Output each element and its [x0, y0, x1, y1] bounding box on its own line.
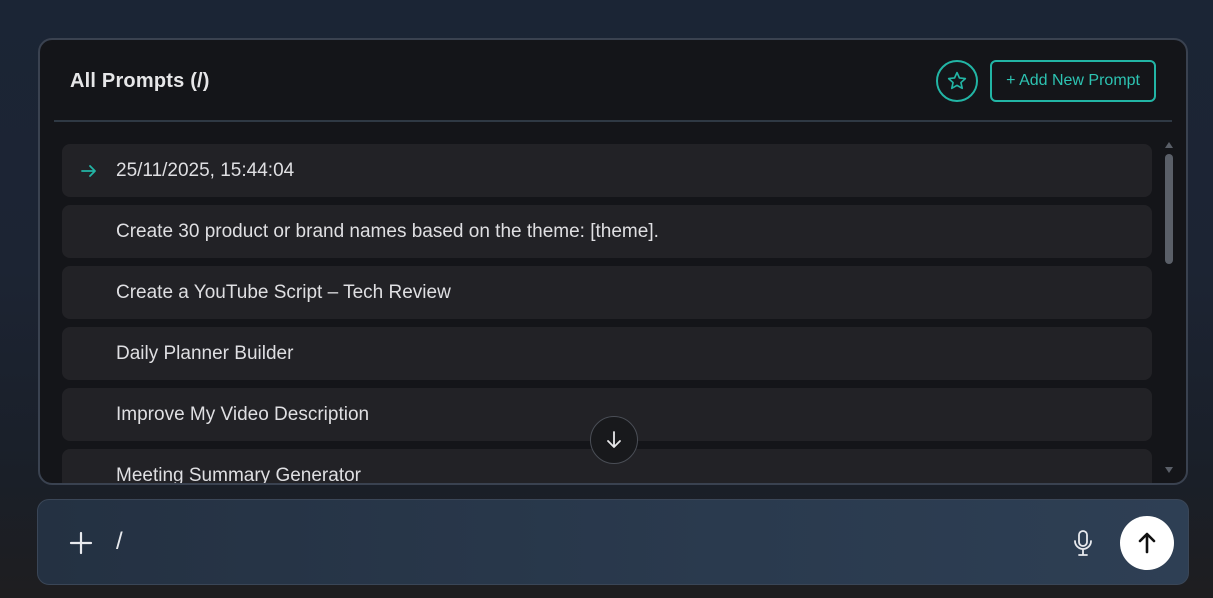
- list-item-label: 25/11/2025, 15:44:04: [116, 159, 295, 181]
- list-item-label: Meeting Summary Generator: [116, 464, 361, 484]
- microphone-icon[interactable]: [1072, 528, 1094, 558]
- list-item-label: Create a YouTube Script – Tech Review: [116, 281, 451, 303]
- list-item[interactable]: Create 30 product or brand names based o…: [62, 205, 1152, 258]
- prompts-panel: All Prompts (/) + Add New Prompt 25/11/2…: [38, 38, 1188, 485]
- prompt-input[interactable]: [116, 526, 1016, 558]
- list-item-label: Daily Planner Builder: [116, 342, 294, 364]
- scroll-down-arrow[interactable]: [1165, 467, 1173, 473]
- header-divider: [54, 120, 1172, 122]
- scroll-up-arrow[interactable]: [1165, 142, 1173, 148]
- header-actions: + Add New Prompt: [936, 60, 1156, 102]
- list-item[interactable]: Create a YouTube Script – Tech Review: [62, 266, 1152, 319]
- list-scrollbar[interactable]: [1162, 140, 1176, 475]
- prompt-input-bar: [37, 499, 1189, 585]
- panel-header: All Prompts (/) + Add New Prompt: [40, 40, 1186, 122]
- plus-icon[interactable]: [68, 530, 94, 556]
- arrow-right-icon: [81, 164, 96, 177]
- arrow-down-icon: [607, 431, 621, 448]
- list-item[interactable]: 25/11/2025, 15:44:04: [62, 144, 1152, 197]
- add-new-prompt-button[interactable]: + Add New Prompt: [990, 60, 1156, 102]
- favorites-button[interactable]: [936, 60, 979, 102]
- arrow-up-icon: [1138, 532, 1156, 554]
- scroll-thumb[interactable]: [1165, 154, 1173, 264]
- list-item[interactable]: Daily Planner Builder: [62, 327, 1152, 380]
- list-item-label: Create 30 product or brand names based o…: [116, 220, 659, 242]
- panel-title: All Prompts (/): [70, 69, 210, 92]
- scroll-to-bottom-button[interactable]: [590, 416, 638, 464]
- list-item-label: Improve My Video Description: [116, 403, 370, 425]
- star-icon: [947, 71, 967, 90]
- send-button[interactable]: [1120, 516, 1174, 570]
